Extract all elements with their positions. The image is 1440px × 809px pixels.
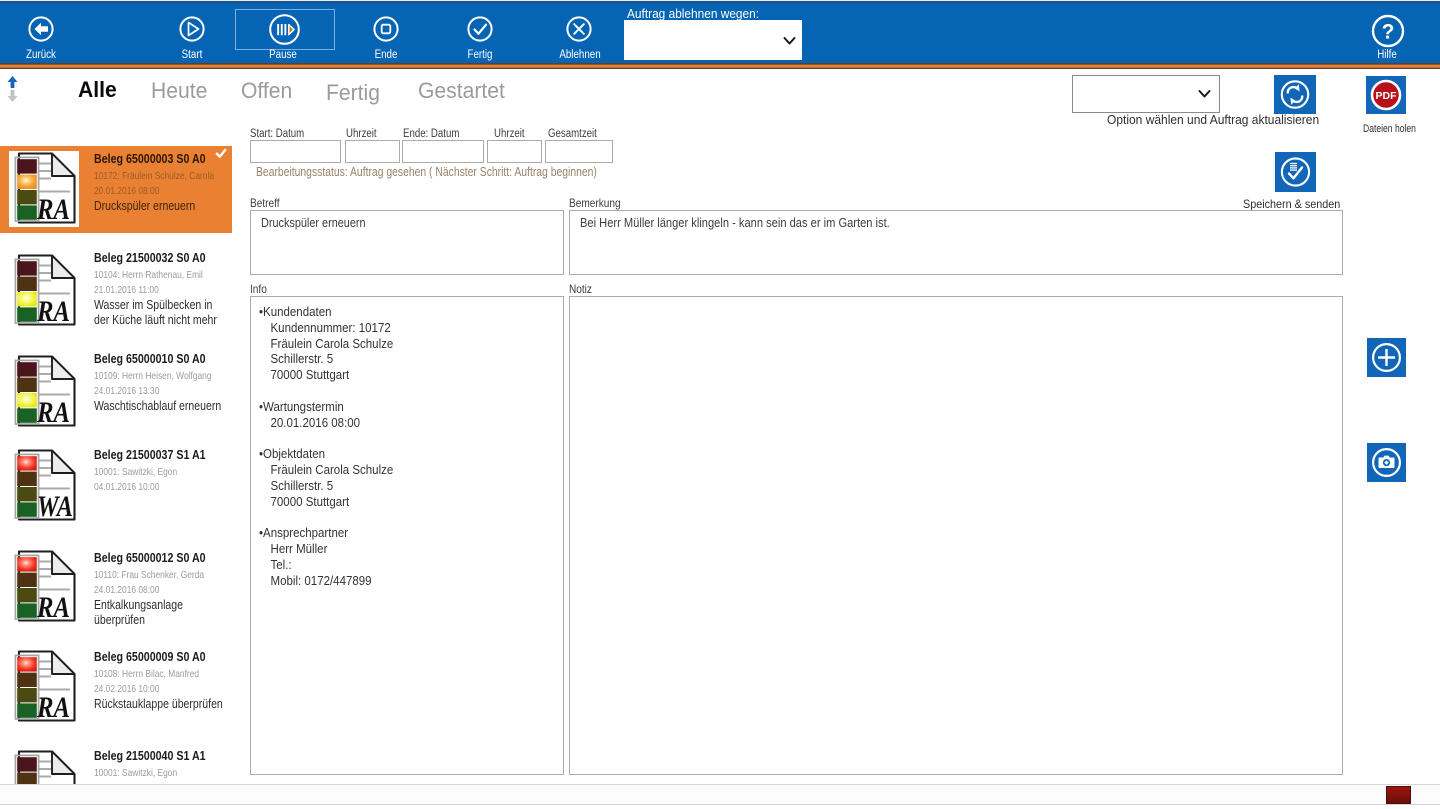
svg-text:RA: RA xyxy=(36,396,70,427)
svg-text:RA: RA xyxy=(36,691,70,722)
svg-text:WA: WA xyxy=(37,490,73,521)
svg-text:?: ? xyxy=(1382,21,1395,44)
svg-text:RA: RA xyxy=(36,193,70,224)
svg-text:RA: RA xyxy=(36,295,70,326)
svg-text:PDF: PDF xyxy=(1376,90,1398,102)
svg-text:RA: RA xyxy=(36,591,70,622)
